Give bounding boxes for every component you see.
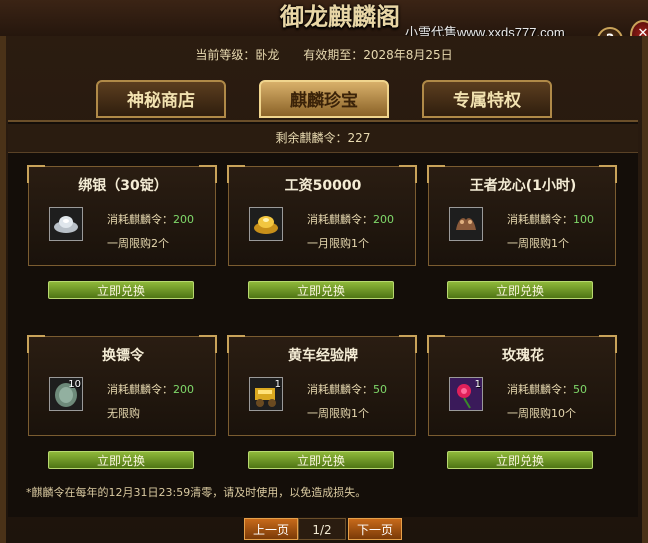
tab-exclusive-privileges[interactable]: 专属特权 <box>422 80 552 118</box>
item-title: 王者龙心(1小时) <box>469 178 577 194</box>
item-title: 玫瑰花 <box>502 348 544 364</box>
cost-text: 消耗麒麟令：200 <box>107 383 194 396</box>
item-quantity: 1 <box>474 379 481 390</box>
item-card: 工资50000 消耗麒麟令：200 一月限购1个 <box>227 165 417 266</box>
item-card: 换镖令 10 消耗麒麟令：200 无限购 <box>27 335 217 436</box>
item-card: 王者龙心(1小时) 消耗麒麟令：100 一周限购1个 <box>427 165 617 266</box>
purchase-limit: 一周限购1个 <box>507 237 569 250</box>
expiry-date: 有效期至：2028年8月25日 <box>303 48 453 62</box>
cost-text: 消耗麒麟令：200 <box>107 213 194 226</box>
item-card: 玫瑰花 1 消耗麒麟令：50 一周限购10个 <box>427 335 617 436</box>
cost-value: 50 <box>373 383 387 396</box>
cost-value: 100 <box>573 213 594 226</box>
item-title: 黄车经验牌 <box>288 348 358 364</box>
item-quantity: 1 <box>274 379 281 390</box>
item-card: 绑银（30锭） 消耗麒麟令：200 一周限购2个 <box>27 165 217 266</box>
redeem-button[interactable]: 立即兑换 <box>48 281 194 299</box>
gold-cart-icon[interactable]: 1 <box>249 377 283 411</box>
item-title: 工资50000 <box>284 178 362 194</box>
cost-text: 消耗麒麟令：200 <box>307 213 394 226</box>
next-page-button[interactable]: 下一页 <box>348 518 402 540</box>
prev-page-button[interactable]: 上一页 <box>244 518 298 540</box>
item-title: 绑银（30锭） <box>78 178 168 194</box>
tab-mystery-shop[interactable]: 神秘商店 <box>96 80 226 118</box>
item-card: 黄车经验牌 1 消耗麒麟令：50 一周限购1个 <box>227 335 417 436</box>
gold-ingot-icon[interactable] <box>249 207 283 241</box>
redeem-button[interactable]: 立即兑换 <box>48 451 194 469</box>
status-line: 当前等级：卧龙 有效期至：2028年8月25日 <box>0 46 648 63</box>
remaining-tokens: 剩余麒麟令：227 <box>8 124 638 153</box>
redeem-button[interactable]: 立即兑换 <box>248 451 394 469</box>
tab-qilin-treasure[interactable]: 麒麟珍宝 <box>259 80 389 118</box>
token-icon[interactable]: 10 <box>49 377 83 411</box>
cost-value: 50 <box>573 383 587 396</box>
cost-value: 200 <box>373 213 394 226</box>
reset-notice: *麒麟令在每年的12月31日23:59清零，请及时使用，以免造成损失。 <box>26 486 367 499</box>
cost-text: 消耗麒麟令：100 <box>507 213 594 226</box>
cost-text: 消耗麒麟令：50 <box>507 383 587 396</box>
purchase-limit: 一周限购2个 <box>107 237 169 250</box>
redeem-button[interactable]: 立即兑换 <box>447 281 593 299</box>
purchase-limit: 一周限购1个 <box>307 407 369 420</box>
purchase-limit: 一周限购10个 <box>507 407 576 420</box>
redeem-button[interactable]: 立即兑换 <box>248 281 394 299</box>
tab-bar: 神秘商店 麒麟珍宝 专属特权 <box>0 80 648 120</box>
redeem-button[interactable]: 立即兑换 <box>447 451 593 469</box>
rose-icon[interactable]: 1 <box>449 377 483 411</box>
cost-value: 200 <box>173 383 194 396</box>
cost-value: 200 <box>173 213 194 226</box>
page-indicator: 1/2 <box>298 518 346 540</box>
current-level: 当前等级：卧龙 <box>195 48 280 62</box>
cost-text: 消耗麒麟令：50 <box>307 383 387 396</box>
item-title: 换镖令 <box>102 348 144 364</box>
silver-ingot-icon[interactable] <box>49 207 83 241</box>
item-quantity: 10 <box>68 379 81 390</box>
purchase-limit: 无限购 <box>107 407 140 420</box>
purchase-limit: 一月限购1个 <box>307 237 369 250</box>
dragon-heart-icon[interactable] <box>449 207 483 241</box>
pagination: 上一页 1/2 下一页 <box>0 518 648 542</box>
